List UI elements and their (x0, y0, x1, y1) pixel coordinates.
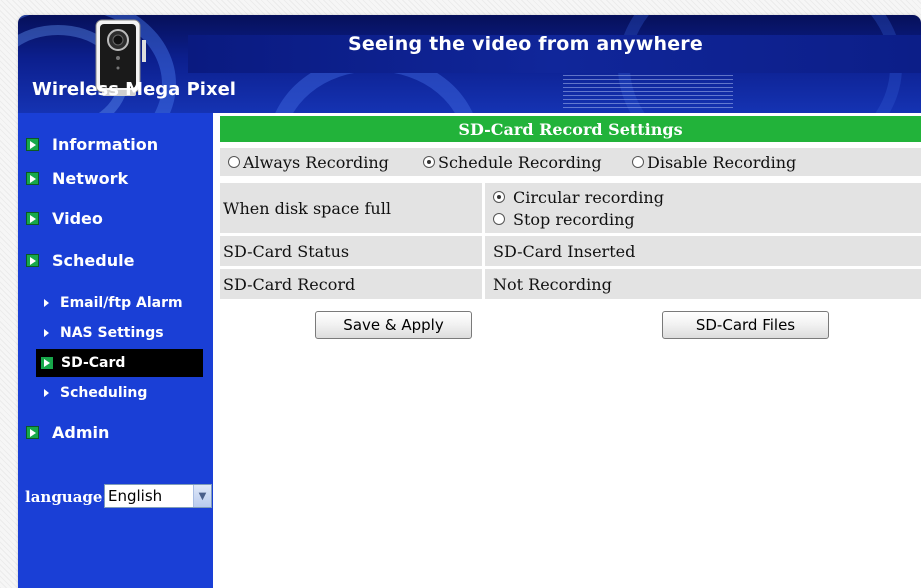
nav-label: Admin (52, 423, 110, 442)
radio-button[interactable] (423, 156, 435, 168)
radio-disable-recording[interactable]: Disable Recording (632, 148, 796, 176)
subnav-sd-card[interactable]: SD-Card (36, 349, 203, 377)
arrow-icon (26, 426, 39, 439)
sd-status-label: SD-Card Status (223, 241, 350, 261)
sd-card-files-button[interactable]: SD-Card Files (662, 311, 829, 339)
page-title: SD-Card Record Settings (220, 116, 921, 142)
nav-label: Schedule (52, 251, 135, 270)
sidebar: Information Network Video Schedule Email… (18, 113, 213, 588)
nav-label: Information (52, 135, 159, 154)
subnav-email-ftp-alarm[interactable]: Email/ftp Alarm (34, 289, 218, 317)
chevron-down-icon[interactable]: ▼ (193, 485, 211, 507)
radio-label: Always Recording (243, 152, 389, 172)
arrow-icon (26, 172, 39, 185)
radio-stop-recording[interactable]: Stop recording (493, 208, 635, 230)
subnav-label: SD-Card (61, 355, 126, 371)
arrow-right-icon (44, 389, 49, 397)
disk-full-row: When disk space full Circular recording … (220, 183, 921, 233)
arrow-icon (26, 138, 39, 151)
nav-information[interactable]: Information (26, 135, 158, 154)
language-value: English (108, 487, 163, 505)
radio-button[interactable] (632, 156, 644, 168)
arrow-right-icon (44, 299, 49, 307)
sd-status-row: SD-Card Status SD-Card Inserted (220, 236, 921, 266)
radio-label: Disable Recording (647, 152, 797, 172)
arrow-icon (41, 357, 53, 369)
nav-admin[interactable]: Admin (26, 423, 109, 442)
nav-video[interactable]: Video (26, 209, 103, 228)
save-apply-button[interactable]: Save & Apply (315, 311, 472, 339)
radio-label: Schedule Recording (438, 152, 602, 172)
subnav-nas-settings[interactable]: NAS Settings (34, 319, 218, 347)
brand-name: Wireless Mega Pixel (32, 79, 236, 100)
radio-button[interactable] (493, 213, 505, 225)
sd-status-value: SD-Card Inserted (493, 241, 636, 261)
sd-record-label: SD-Card Record (223, 274, 356, 294)
row-value-cell: Circular recording Stop recording (485, 183, 921, 233)
disk-full-label: When disk space full (223, 198, 391, 218)
arrow-icon (26, 254, 39, 267)
record-mode-row: Always Recording Schedule Recording Disa… (220, 148, 921, 176)
radio-label: Stop recording (513, 209, 635, 229)
sd-record-value: Not Recording (493, 274, 612, 294)
banner-title: Seeing the video from anywhere (348, 33, 703, 55)
nav-schedule[interactable]: Schedule (26, 251, 134, 270)
subnav-scheduling[interactable]: Scheduling (34, 379, 218, 407)
language-select[interactable]: English ▼ (104, 484, 212, 508)
radio-always-recording[interactable]: Always Recording (228, 148, 389, 176)
banner-fine-print (563, 75, 733, 109)
radio-button[interactable] (493, 191, 505, 203)
nav-label: Network (52, 169, 129, 188)
row-label-cell: When disk space full (220, 183, 482, 233)
subnav-label: Email/ftp Alarm (60, 295, 183, 311)
subnav-label: NAS Settings (60, 325, 164, 341)
radio-circular-recording[interactable]: Circular recording (493, 186, 664, 208)
nav-network[interactable]: Network (26, 169, 128, 188)
sd-record-row: SD-Card Record Not Recording (220, 269, 921, 299)
radio-label: Circular recording (513, 187, 664, 207)
subnav-label: Scheduling (60, 385, 148, 401)
arrow-right-icon (44, 329, 49, 337)
header-banner: Seeing the video from anywhere Wireless … (18, 15, 921, 113)
nav-label: Video (52, 209, 103, 228)
arrow-icon (26, 212, 39, 225)
radio-button[interactable] (228, 156, 240, 168)
app-frame: Seeing the video from anywhere Wireless … (18, 15, 921, 588)
radio-schedule-recording[interactable]: Schedule Recording (423, 148, 602, 176)
language-label: language: (25, 488, 109, 506)
